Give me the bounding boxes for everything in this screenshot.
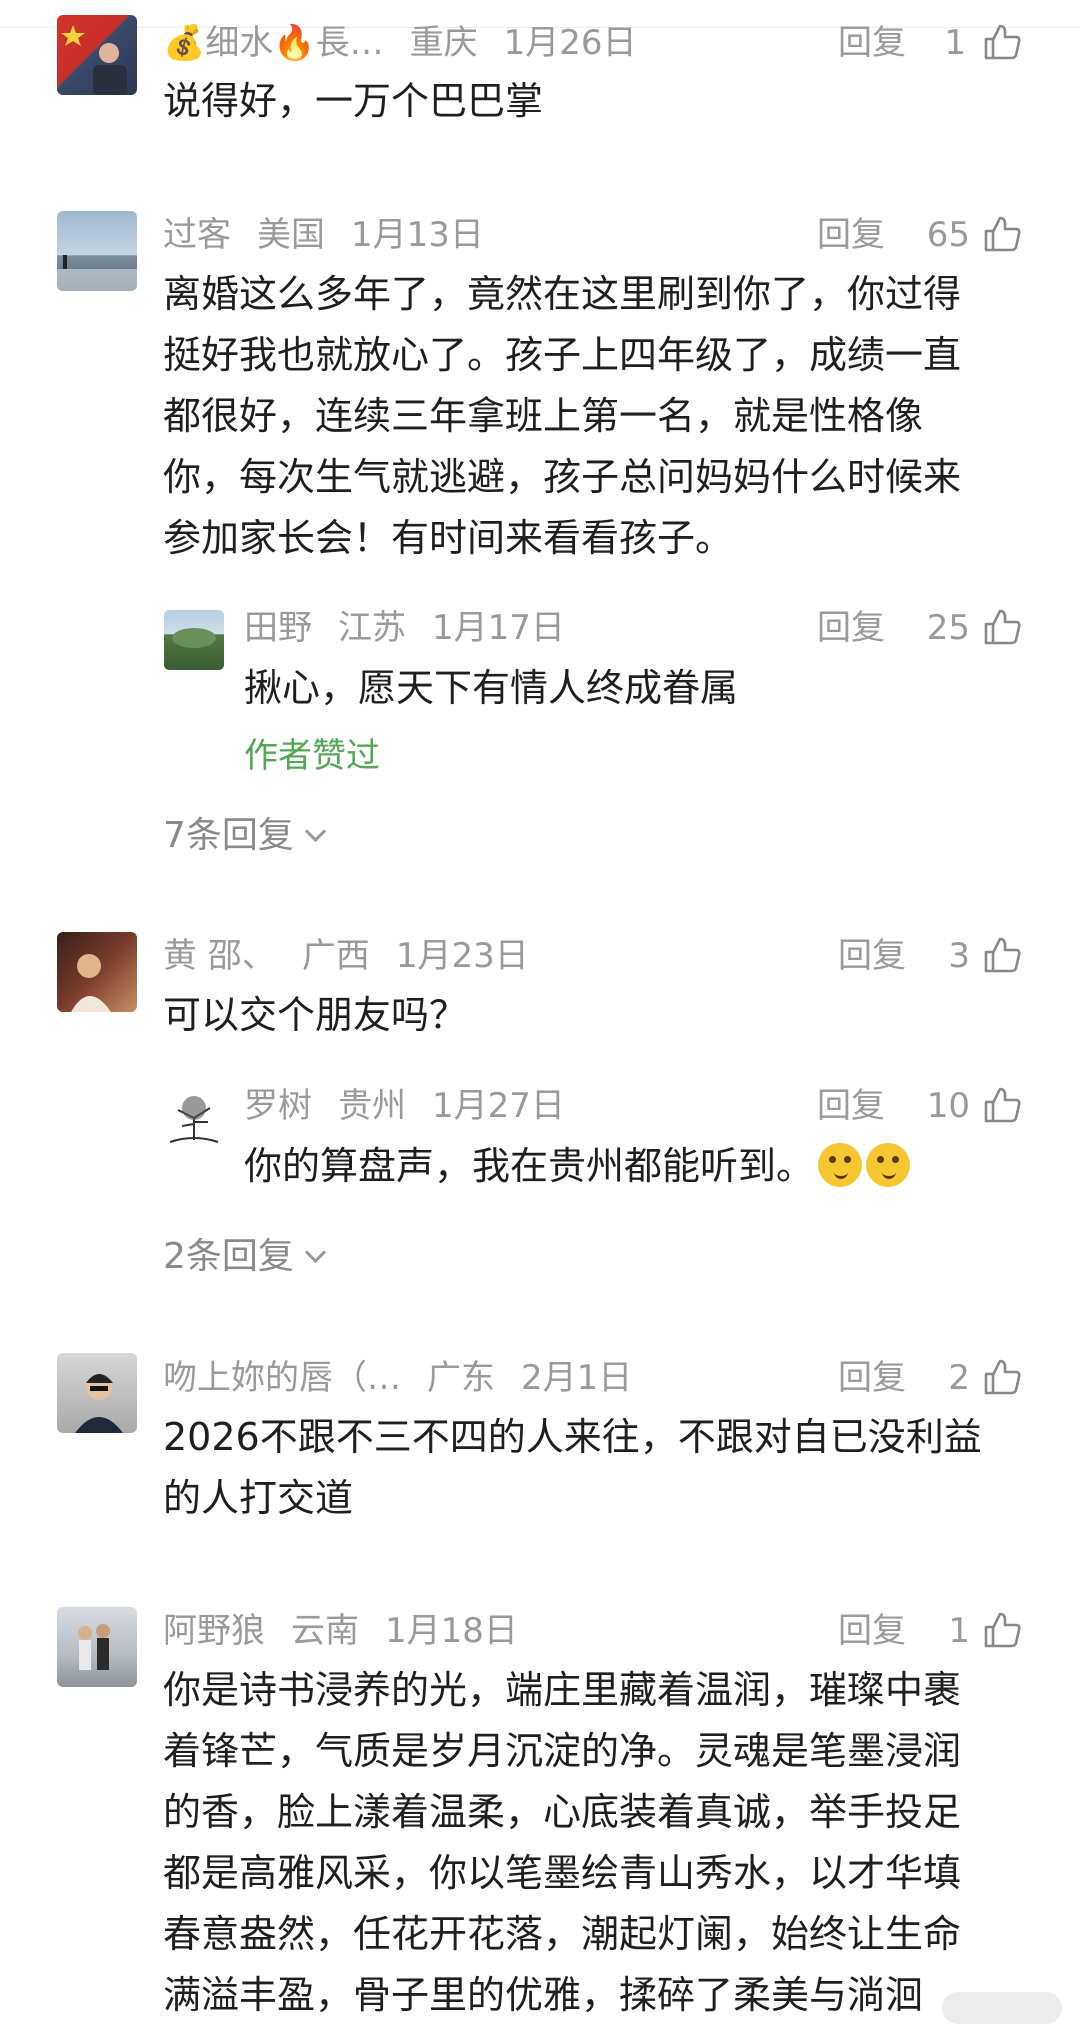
reply-meta: 田野 江苏 1月17日 [244, 603, 591, 653]
thumbs-up-icon[interactable] [982, 22, 1022, 62]
username[interactable]: 过客 [163, 215, 231, 255]
comment-line: 可以交个朋友吗？ [163, 993, 468, 1037]
avatar[interactable] [57, 15, 137, 95]
username[interactable]: 吻上妳的唇（… [163, 1358, 401, 1398]
avatar-image [78, 1624, 110, 1670]
comment-text: 2026不跟不三不四的人来往，不跟对自已没利益 的人打交道 [163, 1407, 982, 1529]
thumbs-up-icon[interactable] [982, 607, 1022, 647]
comment-text: 可以交个朋友吗？ [163, 985, 467, 1046]
location: 广东 [427, 1358, 495, 1398]
watermark [942, 1992, 1062, 2024]
reply-text-content: 你的算盘声，我在贵州都能听到。 [244, 1144, 815, 1188]
comment-line: 说得好，一万个巴巴掌 [163, 79, 544, 123]
reply-text: 揪心，愿天下有情人终成眷属 [244, 666, 739, 710]
date: 1月18日 [385, 1611, 518, 1651]
comment-line: 春意盎然，任花开花落，潮起灯阑，始终让生命 [163, 1912, 962, 1956]
comment-line: 的香，脸上漾着温柔，心底装着真诚，举手投足 [163, 1790, 962, 1834]
thumbs-up-icon[interactable] [982, 1357, 1022, 1397]
comment-line: 着锋芒，气质是岁月沉淀的净。灵魂是笔墨浸润 [163, 1729, 962, 1773]
thinking-emoji-icon [866, 1143, 911, 1187]
expand-replies-button[interactable]: 7条回复 [163, 806, 327, 858]
comment-line: 你是诗书浸养的光，端庄里藏着温润，璀璨中裹 [163, 1668, 962, 1712]
comment-meta: 过客 美国 1月13日 [163, 210, 510, 260]
comment-line: 的人打交道 [163, 1476, 354, 1520]
like-count: 10 [926, 1086, 970, 1126]
date: 1月13日 [351, 215, 484, 255]
chevron-down-icon [304, 820, 327, 843]
comment-meta: 阿野狼 云南 1月18日 [163, 1606, 544, 1656]
comment-line: 都是高雅风采，你以笔墨绘青山秀水，以才华填 [163, 1851, 962, 1895]
like-count: 2 [948, 1358, 970, 1398]
expand-replies-label: 7条回复 [163, 815, 294, 856]
thumbs-up-icon[interactable] [982, 935, 1022, 975]
avatar-image [169, 1096, 219, 1143]
reply-avatar[interactable] [164, 1088, 224, 1148]
username[interactable]: 黄 邵、 [163, 936, 276, 976]
avatar-image [61, 25, 127, 95]
location: 云南 [291, 1611, 359, 1651]
date: 2月1日 [521, 1358, 633, 1398]
username[interactable]: 罗树 [244, 1086, 312, 1126]
author-liked-label: 作者赞过 [244, 736, 380, 776]
like-count: 3 [948, 936, 970, 976]
comment-line: 挺好我也就放心了。孩子上四年级了，成绩一直 [163, 333, 962, 377]
expand-replies-label: 2条回复 [163, 1236, 294, 1277]
comment-text: 离婚这么多年了，竟然在这里刷到你了，你过得 挺好我也就放心了。孩子上四年级了，成… [163, 264, 961, 569]
location: 贵州 [338, 1086, 406, 1126]
location: 重庆 [409, 23, 478, 63]
username[interactable]: 田野 [244, 608, 312, 648]
comment-line: 2026不跟不三不四的人来往，不跟对自已没利益 [163, 1415, 982, 1459]
reply-avatar[interactable] [164, 610, 224, 670]
reply-text: 你的算盘声，我在贵州都能听到。 [244, 1136, 911, 1197]
avatar-image [75, 1374, 123, 1433]
chevron-down-icon [304, 1241, 327, 1264]
username[interactable]: 阿野狼 [163, 1611, 265, 1651]
like-count: 65 [926, 215, 970, 255]
thumbs-up-icon[interactable] [982, 1085, 1022, 1125]
comment-meta: 黄 邵、 广西 1月23日 [163, 931, 555, 981]
date: 1月23日 [395, 936, 529, 976]
comment-line: 离婚这么多年了，竟然在这里刷到你了，你过得 [163, 272, 962, 316]
location: 江苏 [338, 608, 406, 648]
comment-meta: 吻上妳的唇（… 广东 2月1日 [163, 1353, 658, 1403]
thinking-emoji-icon [818, 1143, 863, 1187]
comment-text: 你是诗书浸养的光，端庄里藏着温润，璀璨中裹 着锋芒，气质是岁月沉淀的净。灵魂是笔… [163, 1660, 961, 2026]
avatar-image [57, 255, 137, 291]
avatar[interactable] [57, 1607, 137, 1687]
like-count: 1 [948, 1611, 970, 1651]
reply-meta: 罗树 贵州 1月27日 [244, 1081, 591, 1131]
like-count: 1 [944, 23, 966, 63]
like-count: 25 [926, 608, 970, 648]
thumbs-up-icon[interactable] [982, 214, 1022, 254]
date: 1月17日 [432, 608, 565, 648]
avatar[interactable] [57, 932, 137, 1012]
location: 广西 [301, 936, 370, 976]
comment-text: 说得好，一万个巴巴掌 [163, 71, 543, 132]
reply-button[interactable]: 回复 [838, 1353, 906, 1403]
thumbs-up-icon[interactable] [982, 1610, 1022, 1650]
comment-line: 你，每次生气就逃避，孩子总问妈妈什么时候来 [163, 455, 962, 499]
comment-line: 参加家长会！有时间来看看孩子。 [163, 516, 734, 560]
date: 1月26日 [503, 23, 637, 63]
date: 1月27日 [432, 1086, 565, 1126]
reply-button[interactable]: 回复 [817, 1081, 885, 1131]
username[interactable]: 💰细水🔥長… [163, 23, 384, 63]
reply-button[interactable]: 回复 [838, 18, 906, 68]
avatar-image [172, 628, 216, 648]
location: 美国 [257, 215, 325, 255]
expand-replies-button[interactable]: 2条回复 [163, 1227, 327, 1279]
comment-line: 满溢丰盈，骨子里的优雅，揉碎了柔美与淌洄 [163, 1973, 924, 2017]
reply-button[interactable]: 回复 [838, 931, 906, 981]
reply-button[interactable]: 回复 [838, 1606, 906, 1656]
avatar[interactable] [57, 211, 137, 291]
avatar-image [71, 954, 111, 1012]
reply-button[interactable]: 回复 [817, 210, 885, 260]
avatar[interactable] [57, 1353, 137, 1433]
reply-button[interactable]: 回复 [817, 603, 885, 653]
comment-meta: 💰细水🔥長… 重庆 1月26日 [163, 18, 663, 68]
comment-line: 都很好，连续三年拿班上第一名，就是性格像 [163, 394, 924, 438]
